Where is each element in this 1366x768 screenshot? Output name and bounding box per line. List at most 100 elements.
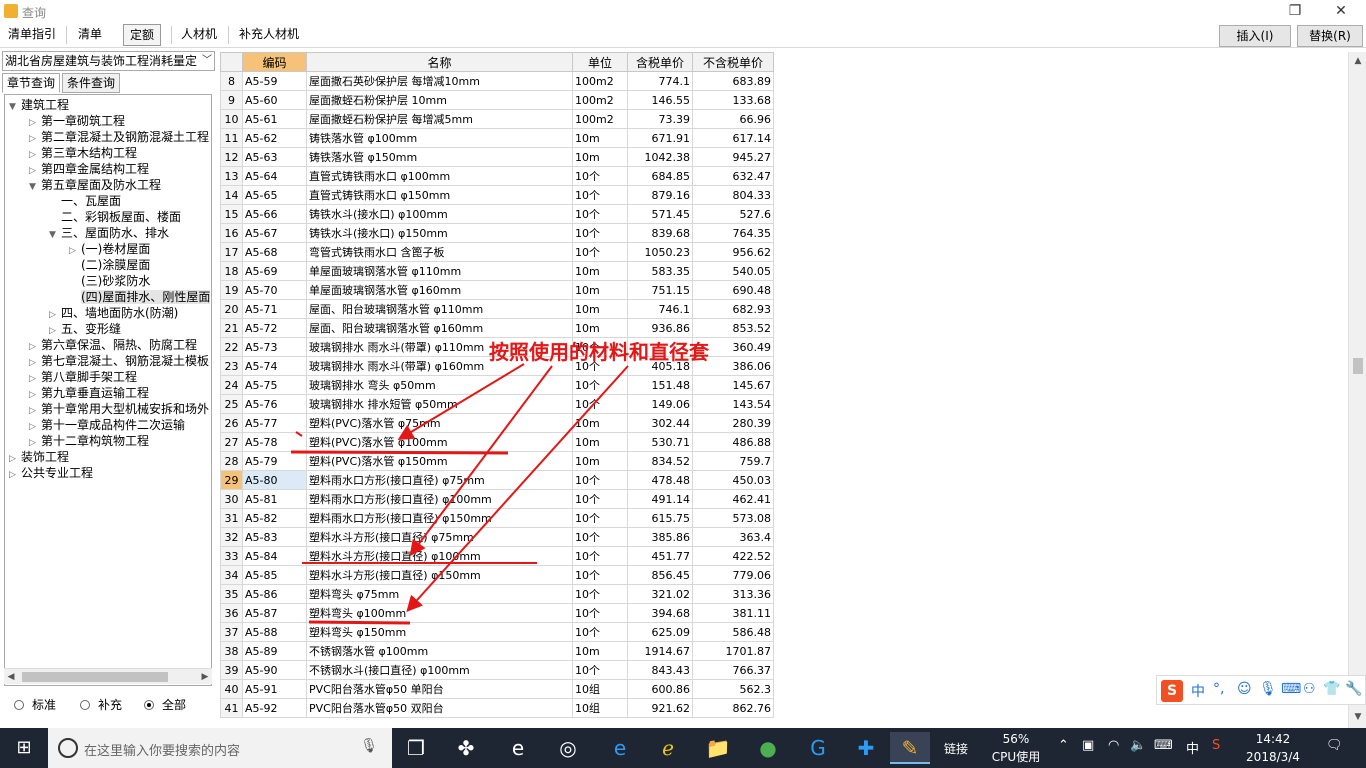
table-row[interactable]: 40 A5-91 PVC阳台落水管φ50 单阳台 10组 600.86 562.3 [220,679,774,699]
table-row[interactable]: 29 A5-80 塑料雨水口方形(接口直径) φ75mm 10个 478.48 450.0… [220,470,774,490]
table-row[interactable]: 18 A5-69 单屋面玻璃钢落水管 φ110mm 10m 583.35 540.05 [220,261,774,281]
fan-app-icon[interactable]: ✤ [446,732,486,764]
table-row[interactable]: 28 A5-79 塑料(PVC)落水管 φ150mm 10m 834.52 759.7 [220,451,774,471]
scrollbar-thumb[interactable] [22,672,168,682]
tree-item[interactable]: ▷ 第十二章构筑物工程 [29,433,149,449]
tree-item[interactable]: ▷ 公共专业工程 [9,465,93,481]
tree-item[interactable]: ▷ 第三章木结构工程 [29,145,137,161]
tree-item[interactable]: 一、瓦屋面 [49,193,121,209]
tree-item[interactable]: ▼ 建筑工程 [9,97,69,113]
scroll-down-icon[interactable]: ▼ [1349,712,1366,722]
emoji-icon[interactable]: ☺ [1237,681,1252,697]
library-select[interactable]: 湖北省房屋建筑与装饰工程消耗量定 ﹀ [2,51,215,71]
tree-item[interactable]: 二、彩钢板屋面、楼面 [49,209,181,225]
grid-header-price-tax[interactable]: 含税单价 [627,52,693,72]
ie-browser-icon[interactable]: e [600,732,640,764]
scroll-up-icon[interactable]: ▲ [1349,56,1366,66]
table-row[interactable]: 9 A5-60 屋面撒蛭石粉保护层 10mm 100m2 146.55 133.68 [220,90,774,110]
table-row[interactable]: 17 A5-68 弯管式铸铁雨水口 含篦子板 10个 1050.23 956.62 [220,242,774,262]
table-row[interactable]: 10 A5-61 屋面撒蛭石粉保护层 每增减5mm 100m2 73.39 66.96 [220,109,774,129]
tree-item[interactable]: ▷ (一)卷材屋面 [69,241,150,257]
table-row[interactable]: 15 A5-66 铸铁水斗(接水口) φ100mm 10个 571.45 527.6 [220,204,774,224]
table-row[interactable]: 31 A5-82 塑料雨水口方形(接口直径) φ150mm 10个 615.75 573.… [220,508,774,528]
table-row[interactable]: 35 A5-86 塑料弯头 φ75mm 10个 321.02 313.36 [220,584,774,604]
insert-button[interactable]: 插入(I) [1219,25,1291,47]
scroll-left-icon[interactable]: ◀ [4,669,18,685]
radio-standard[interactable]: 标准 [14,698,56,712]
table-row[interactable]: 24 A5-75 玻璃钢排水 弯头 φ50mm 10个 151.48 145.67 [220,375,774,395]
table-row[interactable]: 37 A5-88 塑料弯头 φ150mm 10个 625.09 586.48 [220,622,774,642]
table-row[interactable]: 33 A5-84 塑料水斗方形(接口直径) φ100mm 10个 451.77 422.5… [220,546,774,566]
tab-chapter-query[interactable]: 章节查询 [2,73,61,93]
taskbar-link-label[interactable]: 链接 [944,740,968,757]
chevron-down-icon[interactable]: ▼ [9,99,21,115]
tab-quota[interactable]: 定额 [123,24,162,46]
table-row[interactable]: 32 A5-83 塑料水斗方形(接口直径) φ75mm 10个 385.86 363.4 [220,527,774,547]
tree-item[interactable]: (二)涂膜屋面 [69,257,150,273]
microphone-icon[interactable]: 🎙 [1259,681,1277,697]
grid-header-unit[interactable]: 单位 [572,52,628,72]
restore-icon[interactable]: ❐ [1272,0,1318,22]
tab-supplement-materials[interactable]: 补充人材机 [233,24,305,46]
grid-header-code[interactable]: 编码 [242,52,307,72]
table-row[interactable]: 16 A5-67 铸铁水斗(接水口) φ150mm 10个 839.68 764.35 [220,223,774,243]
wifi-icon[interactable]: ◠ [1108,738,1119,753]
chevron-down-icon[interactable]: ▼ [49,227,61,243]
table-row[interactable]: 41 A5-92 PVC阳台落水管φ50 双阳台 10组 921.62 862.76 [220,698,774,718]
skin-icon[interactable]: ⚇ [1303,681,1316,697]
keyboard-icon[interactable]: ⌨ [1281,681,1301,697]
plus-app-icon[interactable]: ✚ [846,732,886,764]
green-app-icon[interactable]: ● [748,732,788,764]
chapter-tree[interactable]: ▼ 建筑工程 ▷ 第一章砌筑工程 ▷ 第二章混凝土及钢筋混凝土工程 ▷ 第三章木结构工程 ▷ 第四… [4,94,212,686]
tree-item[interactable]: ▷ 五、变形缝 [49,321,121,337]
tree-item[interactable]: ▷ 第十章常用大型机械安拆和场外 [29,401,209,417]
table-row[interactable]: 26 A5-77 塑料(PVC)落水管 φ75mm 10m 302.44 280.39 [220,413,774,433]
table-row[interactable]: 36 A5-87 塑料弯头 φ100mm 10个 394.68 381.11 [220,603,774,623]
tree-item[interactable]: ▷ 第八章脚手架工程 [29,369,137,385]
table-row[interactable]: 30 A5-81 塑料雨水口方形(接口直径) φ100mm 10个 491.14 462.… [220,489,774,509]
tree-item[interactable]: (四)屋面排水、刚性屋面 [69,289,211,305]
tray-expand-icon[interactable]: ⌃ [1058,738,1069,753]
taskbar-lang-label[interactable]: 中 [1186,738,1199,757]
ime-lang-label[interactable]: 中 [1191,681,1205,701]
table-row[interactable]: 20 A5-71 屋面、阳台玻璃钢落水管 φ110mm 10m 746.1 682.93 [220,299,774,319]
radio-all[interactable]: 全部 [144,698,186,712]
quota-app-icon[interactable]: ✎ [890,732,930,764]
tree-item[interactable]: ▷ 第一章砌筑工程 [29,113,125,129]
shirt-icon[interactable]: 👕 [1323,681,1340,697]
wrench-icon[interactable]: 🔧 [1345,681,1362,697]
notification-icon[interactable]: 🗨 [1326,738,1343,753]
scroll-right-icon[interactable]: ▶ [198,669,212,685]
tab-materials[interactable]: 人材机 [175,24,223,46]
table-row[interactable]: 19 A5-70 单屋面玻璃钢落水管 φ160mm 10m 751.15 690.48 [220,280,774,300]
clock-date[interactable]: 2018/3/4 [1244,750,1302,764]
table-row[interactable]: 34 A5-85 塑料水斗方形(接口直径) φ150mm 10个 856.45 779.0… [220,565,774,585]
table-row[interactable]: 12 A5-63 铸铁落水管 φ150mm 10m 1042.38 945.27 [220,147,774,167]
tree-item[interactable]: ▷ 第六章保温、隔热、防腐工程 [29,337,197,353]
clock-time[interactable]: 14:42 [1244,732,1302,746]
chevron-down-icon[interactable]: ▼ [29,179,41,195]
taskbar-search[interactable]: 在这里输入你要搜索的内容 🎙 [48,728,392,768]
tree-item[interactable]: ▷ 装饰工程 [9,449,69,465]
close-icon[interactable]: ✕ [1318,0,1364,22]
windows-start-icon[interactable]: ⊞ [0,728,48,768]
table-row[interactable]: 39 A5-90 不锈钢水斗(接口直径) φ100mm 10个 843.43 766.37 [220,660,774,680]
table-row[interactable]: 14 A5-65 直管式铸铁雨水口 φ150mm 10个 879.16 804.33 [220,185,774,205]
table-row[interactable]: 11 A5-62 铸铁落水管 φ100mm 10m 671.91 617.14 [220,128,774,148]
file-explorer-icon[interactable]: 📁 [698,732,738,764]
tree-item[interactable]: ▷ 第四章金属结构工程 [29,161,149,177]
ime-toolbar[interactable]: S 中 °, ☺ 🎙 ⌨ ⚇ 👕 🔧 [1156,675,1366,705]
replace-button[interactable]: 替换(R) [1297,25,1363,47]
tree-horizontal-scrollbar[interactable]: ◀ ▶ [4,668,212,684]
grid-header-price-notax[interactable]: 不含税单价 [692,52,774,72]
grid-vertical-scrollbar[interactable]: ▲ ▼ [1348,52,1366,728]
table-row[interactable]: 8 A5-59 屋面撒石英砂保护层 每增减10mm 100m2 774.1 683.89 [220,71,774,91]
ie-yellow-icon[interactable]: ℯ [648,732,688,764]
task-view-icon[interactable]: ❐ [396,732,436,764]
tree-item[interactable]: ▷ 第七章混凝土、钢筋混凝土模板 [29,353,209,369]
tab-bill-guide[interactable]: 清单指引 [2,24,62,46]
tray-app-icon[interactable]: ▣ [1082,738,1094,753]
glodon-app-icon[interactable]: G [798,732,838,764]
tree-item[interactable]: ▷ 第九章垂直运输工程 [29,385,149,401]
tree-item[interactable]: ▼ 三、屋面防水、排水 [49,225,169,241]
